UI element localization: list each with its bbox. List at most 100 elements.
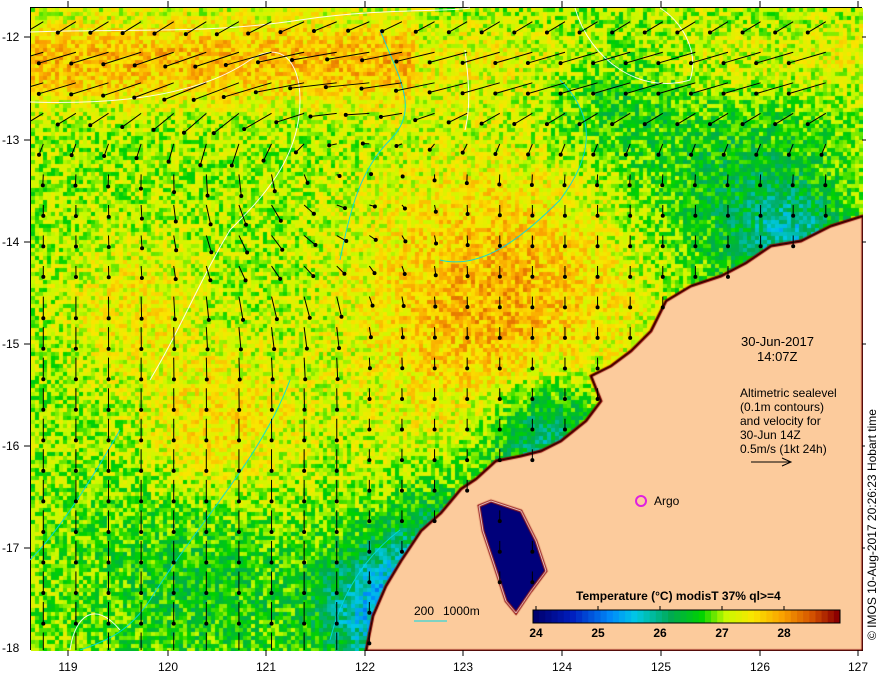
colorbar-segment xyxy=(588,610,595,623)
velocity-arrowhead xyxy=(302,652,306,656)
velocity-arrow xyxy=(136,143,142,159)
velocity-arrow xyxy=(774,112,794,125)
velocity-arrowhead xyxy=(172,317,177,322)
colorbar-segment xyxy=(754,610,761,623)
velocity-arrowhead xyxy=(342,271,347,276)
velocity-arrowhead xyxy=(497,549,502,554)
velocity-arrowhead xyxy=(41,274,46,279)
velocity-arrowhead xyxy=(237,377,242,382)
velocity-arrowhead xyxy=(171,407,176,412)
velocity-arrowhead xyxy=(401,304,406,309)
velocity-arrowhead xyxy=(221,95,226,100)
velocity-arrowhead xyxy=(544,122,549,127)
velocity-arrowhead xyxy=(400,396,405,401)
velocity-arrow xyxy=(165,51,207,67)
velocity-arrow xyxy=(205,327,209,350)
velocity-arrow xyxy=(30,82,44,88)
colorbar-segment xyxy=(735,610,743,623)
velocity-arrowhead xyxy=(302,560,307,565)
velocity-arrowhead xyxy=(344,238,349,243)
velocity-arrowhead xyxy=(432,396,437,401)
velocity-arrowhead xyxy=(623,152,628,157)
velocity-arrowhead xyxy=(530,274,535,279)
velocity-arrowhead xyxy=(4,92,8,96)
velocity-arrowhead xyxy=(446,30,451,35)
colorbar-segment xyxy=(680,610,687,623)
velocity-arrowhead xyxy=(41,346,46,351)
velocity-arrowhead xyxy=(293,150,298,155)
velocity-arrowhead xyxy=(530,580,535,585)
velocity-arrowhead xyxy=(526,152,531,157)
velocity-arrowhead xyxy=(120,31,125,36)
velocity-arrowhead xyxy=(465,396,470,401)
velocity-arrowhead xyxy=(562,366,567,371)
velocity-arrow xyxy=(122,21,142,34)
velocity-arrowhead xyxy=(166,159,171,164)
velocity-arrowhead xyxy=(334,529,339,534)
annotation-line: 0.5m/s (1kt 24h) xyxy=(740,442,827,456)
colorbar-segment xyxy=(649,610,657,623)
velocity-arrowhead xyxy=(497,213,502,218)
velocity-arrow xyxy=(644,21,664,33)
velocity-arrowhead xyxy=(577,122,582,127)
velocity-arrowhead xyxy=(369,172,374,177)
velocity-arrowhead xyxy=(204,468,209,473)
velocity-arrowhead xyxy=(707,122,712,127)
velocity-arrow xyxy=(154,21,174,35)
sealevel-contour xyxy=(30,7,471,33)
velocity-arrowhead xyxy=(334,560,339,565)
velocity-arrow xyxy=(247,21,272,34)
colorbar-segment xyxy=(575,610,583,623)
velocity-arrowhead xyxy=(73,316,78,321)
velocity-arrowhead xyxy=(343,112,348,117)
velocity-arrow xyxy=(243,112,272,130)
velocity-arrow xyxy=(347,21,370,32)
velocity-arrowhead xyxy=(675,122,680,127)
velocity-arrowhead xyxy=(41,244,46,249)
velocity-arrow xyxy=(173,204,177,222)
velocity-arrowhead xyxy=(544,30,549,35)
x-tick: 120 xyxy=(157,660,179,674)
velocity-arrowhead xyxy=(465,427,470,432)
colorbar-segment xyxy=(760,610,767,623)
colorbar-segment xyxy=(539,610,546,623)
colorbar-segment xyxy=(668,610,675,623)
colorbar-segment xyxy=(612,610,620,623)
velocity-arrowhead xyxy=(41,652,45,656)
velocity-arrow xyxy=(238,327,242,350)
velocity-arrowhead xyxy=(465,305,470,310)
velocity-arrowhead xyxy=(819,152,824,157)
velocity-arrowhead xyxy=(290,57,295,62)
velocity-arrowhead xyxy=(399,427,404,432)
velocity-arrowhead xyxy=(269,499,274,504)
colorbar-segment xyxy=(582,610,589,623)
velocity-arrowhead xyxy=(402,271,407,276)
velocity-arrowhead xyxy=(236,468,241,473)
velocity-arrowhead xyxy=(427,60,432,65)
velocity-arrow xyxy=(495,51,533,64)
velocity-arrow xyxy=(185,21,207,35)
velocity-arrowhead xyxy=(591,61,596,66)
velocity-arrowhead xyxy=(171,438,176,443)
velocity-arrowhead xyxy=(101,93,106,98)
velocity-arrowhead xyxy=(183,32,188,37)
velocity-arrowhead xyxy=(370,303,375,308)
y-tick: -18 xyxy=(2,641,20,655)
velocity-arrow xyxy=(415,21,435,33)
velocity-arrowhead xyxy=(432,519,437,524)
velocity-arrowhead xyxy=(628,305,633,310)
velocity-arrow xyxy=(677,112,696,125)
velocity-arrowhead xyxy=(139,591,144,596)
velocity-arrowhead xyxy=(562,397,567,402)
velocity-arrowhead xyxy=(236,438,241,443)
velocity-arrowhead xyxy=(334,621,339,626)
velocity-arrowhead xyxy=(558,61,563,66)
x-tick: 121 xyxy=(255,660,277,674)
velocity-arrow xyxy=(380,112,403,118)
velocity-arrow xyxy=(709,112,729,125)
velocity-arrowhead xyxy=(427,90,432,95)
velocity-arrowhead xyxy=(660,305,665,310)
colorbar-segment xyxy=(747,610,755,623)
annotation-line: (0.1m contours) xyxy=(740,400,825,414)
y-tick: -17 xyxy=(2,541,20,555)
